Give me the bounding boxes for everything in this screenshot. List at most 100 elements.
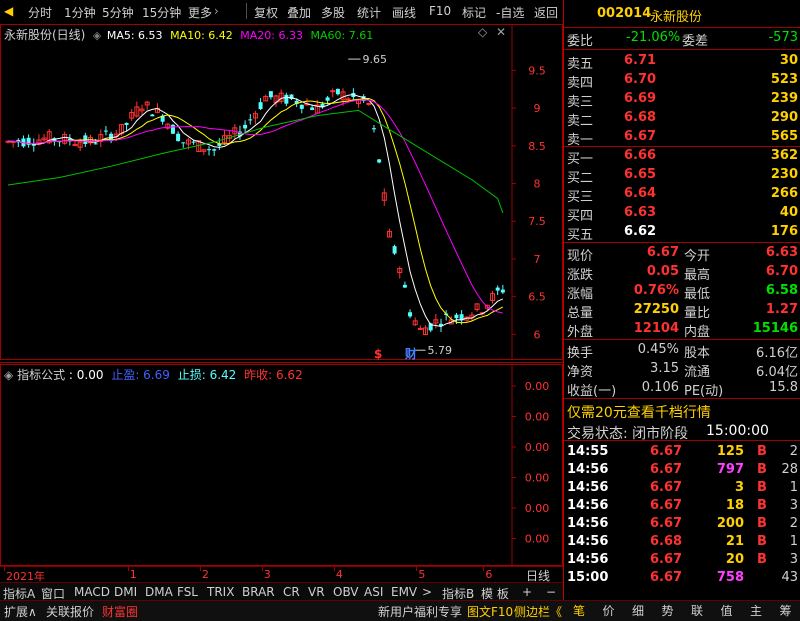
panel-tab[interactable]: 筹 [772, 602, 800, 619]
mark-button[interactable]: 标记 [462, 4, 486, 21]
wealth-circle-button[interactable]: 财富圈 [102, 603, 138, 620]
back-button[interactable]: 返回 [534, 4, 558, 21]
tab-dmi[interactable]: DMI [114, 585, 137, 599]
draw-line-button[interactable]: 画线 [392, 4, 416, 21]
tab-obv[interactable]: OBV [333, 585, 359, 599]
tab-vr[interactable]: VR [308, 585, 325, 599]
tab-15min[interactable]: 15分钟 [142, 4, 181, 21]
stats-row: 换手 0.45% 股本 6.16亿 [567, 342, 798, 361]
panel-tab[interactable]: 细 [624, 602, 652, 619]
stats-value: 15.8 [769, 380, 798, 395]
sidebar-toggle-button[interactable]: 侧边栏《 [514, 603, 562, 620]
stats-value: 0.45% [637, 342, 679, 357]
panel-tab[interactable]: 势 [654, 602, 682, 619]
tick-price: 6.67 [650, 480, 683, 495]
y-tick-label: 6 [534, 328, 541, 341]
tick-count: 2 [789, 444, 798, 459]
expand-button[interactable]: 扩展∧ [4, 603, 37, 620]
candle-body [325, 97, 330, 101]
tab-cr[interactable]: CR [283, 585, 300, 599]
panel-tab[interactable]: 值 [713, 602, 741, 619]
tick-count: 2 [789, 516, 798, 531]
graphic-f10-button[interactable]: 图文F10 [467, 603, 513, 620]
panel-tab[interactable]: 主 [742, 602, 770, 619]
tab-1min[interactable]: 1分钟 [64, 4, 96, 21]
panel-tab[interactable]: 价 [595, 602, 623, 619]
new-user-benefit-link[interactable]: 新用户福利专享 [378, 603, 462, 620]
related-quote-button[interactable]: 关联报价 [46, 603, 94, 620]
restore-rights-button[interactable]: 复权 [254, 4, 278, 21]
tab-macd[interactable]: MACD [74, 585, 110, 599]
indicator-value: : 0.00 [68, 368, 104, 382]
candle-body [243, 124, 248, 129]
candle-body [335, 88, 340, 95]
tick-row: 14:56 6.67 200 B 2 [564, 515, 800, 534]
x-tick [199, 567, 201, 571]
bid-row: 买一 6.66 362 [567, 148, 798, 167]
indicator-chart[interactable]: 0.00 0.00 0.00 0.00 0.00 0.00 [0, 364, 563, 566]
tick-row: 14:56 6.67 18 B 3 [564, 497, 800, 516]
tick-row: 14:56 6.67 797 B 28 [564, 461, 800, 480]
tick-time: 14:56 [567, 498, 609, 513]
candle-body [181, 142, 186, 144]
x-tick-label: 1 [129, 568, 137, 581]
x-tick-label: 6 [485, 568, 493, 581]
candle-body [371, 128, 376, 130]
tab-dma[interactable]: DMA [145, 585, 173, 599]
quote-row: 涨跌 0.05 最高 6.70 [567, 264, 798, 283]
tab-asi[interactable]: ASI [364, 585, 383, 599]
kline-chart[interactable]: 9.5 9 8.5 8 7.5 7 6.5 6 9.65 5.79 $ 财 [0, 24, 563, 360]
y-tick-label: 6.5 [528, 291, 546, 304]
stats-value: 6.16亿 [756, 346, 798, 361]
tick-count: 1 [789, 480, 798, 495]
promo-banner[interactable]: 仅需20元查看千档行情 [564, 401, 800, 421]
tick-time: 14:56 [567, 534, 609, 549]
y-tick-label: 8 [534, 178, 541, 191]
add-tab-icon[interactable]: + [522, 585, 532, 599]
multi-stock-button[interactable]: 多股 [321, 4, 345, 21]
y-tick-label: 9 [534, 102, 541, 115]
settings-diamond-icon[interactable]: ◇ [478, 25, 487, 39]
tab-fsl[interactable]: FSL [177, 585, 198, 599]
tab-brar[interactable]: BRAR [242, 585, 275, 599]
panel-tab[interactable]: 笔 [565, 602, 593, 619]
candle-body [284, 94, 289, 104]
bid-price: 6.65 [624, 167, 657, 182]
bid-row: 买三 6.64 266 [567, 186, 798, 205]
stats-row: 收益(一) 0.106 PE(动) 15.8 [567, 380, 798, 399]
candle-body [176, 133, 181, 142]
tab-emv[interactable]: EMV [391, 585, 417, 599]
more-chevron-icon[interactable]: › [214, 4, 219, 18]
tab-more[interactable]: 更多 [188, 4, 212, 21]
f10-button[interactable]: F10 [429, 4, 451, 18]
scroll-left-icon[interactable]: ◀ [4, 4, 13, 18]
overlay-button[interactable]: 叠加 [287, 4, 311, 21]
tick-price: 6.67 [650, 516, 683, 531]
x-tick-label: 2 [201, 568, 209, 581]
close-chart-icon[interactable]: ✕ [496, 25, 506, 39]
candle-body [402, 284, 407, 288]
ask-price: 6.71 [624, 53, 657, 68]
high-price-label: 9.65 [363, 53, 388, 66]
add-watchlist-button[interactable]: -自选 [496, 4, 524, 21]
tab-trix[interactable]: TRIX [207, 585, 234, 599]
remove-tab-icon[interactable]: − [546, 585, 556, 599]
tick-count: 43 [781, 570, 798, 585]
tick-time: 14:56 [567, 516, 609, 531]
quote-value: 0.76% [633, 283, 679, 298]
candle-body [124, 122, 129, 125]
tab-5min[interactable]: 5分钟 [102, 4, 134, 21]
tab-intraday[interactable]: 分时 [28, 4, 52, 21]
indicator-name: 指标公式 [17, 368, 66, 382]
tick-time: 15:00 [567, 570, 609, 585]
collapse-icon[interactable]: ◈ [93, 29, 101, 42]
stats-value: 3.15 [650, 361, 679, 376]
statistics-button[interactable]: 统计 [357, 4, 381, 21]
finance-marker: 财 [404, 346, 417, 360]
panel-tab[interactable]: 联 [683, 602, 711, 619]
tabs-next-icon[interactable]: > [422, 585, 432, 599]
quote-row: 外盘 12104 内盘 15146 [567, 321, 798, 340]
bid-price: 6.62 [624, 224, 657, 239]
indicator-collapse-icon[interactable]: ◈ [4, 368, 13, 382]
stock-name: 永新股份 [650, 10, 703, 25]
